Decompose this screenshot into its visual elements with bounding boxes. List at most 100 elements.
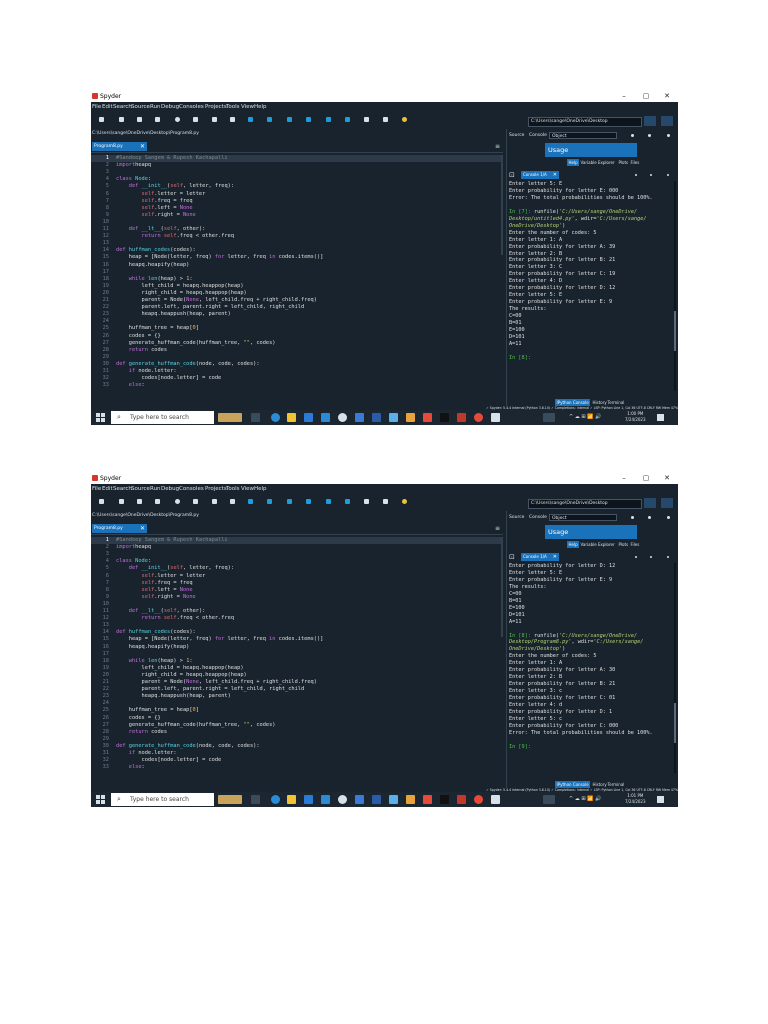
app-icon-3[interactable] [389,413,398,422]
options-icon[interactable] [648,134,651,137]
code-line[interactable]: 28 return codes [91,347,501,354]
code-line[interactable]: 23 heapq.heappush(heap, parent) [91,693,501,700]
stop-icon[interactable] [345,117,350,122]
edge-icon[interactable] [271,413,280,422]
code-line[interactable]: 28 return codes [91,729,501,736]
file-explorer-icon[interactable] [287,413,296,422]
code-line[interactable]: 3 [91,551,501,558]
run-selection-icon[interactable] [306,117,311,122]
pythonpath-manager-icon[interactable] [402,117,407,122]
menu-debug[interactable]: Debug [161,103,179,111]
menu-source[interactable]: Source [131,103,150,111]
menu-file[interactable]: File [92,103,101,111]
browse-directory-button[interactable] [644,498,656,508]
save-all-icon[interactable] [155,117,160,122]
menu-run[interactable]: Run [150,485,161,493]
open-file-icon[interactable] [119,117,124,122]
preferences-icon[interactable] [175,499,180,504]
close-console-icon[interactable]: ✕ [553,553,557,561]
code-line[interactable]: 7 self.freq = freq [91,580,501,587]
code-line[interactable]: 15 heap = [Node(letter, freq) for letter… [91,636,501,643]
python-path-icon[interactable] [364,499,369,504]
store-icon[interactable] [304,795,313,804]
mail-icon[interactable] [321,413,330,422]
code-line[interactable]: 22 parent.left, parent.right = left_chil… [91,304,501,311]
menu-projects[interactable]: Projects [205,103,227,111]
tab-variable-explorer[interactable]: Variable Explorer [579,541,616,548]
options-icon[interactable] [648,516,651,519]
code-line[interactable]: 27 generate_huffman_code(huffman_tree, "… [91,340,501,347]
code-line[interactable]: 12 return self.freq < other.freq [91,233,501,240]
options-menu-icon[interactable]: ≡ [495,142,500,151]
menu-source[interactable]: Source [131,485,150,493]
keyboard-icon[interactable] [543,795,555,804]
code-line[interactable]: 27 generate_huffman_code(huffman_tree, "… [91,722,501,729]
code-line[interactable]: 8 self.left = None [91,205,501,212]
maximize-button[interactable]: ▢ [640,473,652,484]
close-tab-icon[interactable]: ✕ [140,142,145,151]
app-icon-5[interactable] [423,413,432,422]
cell-icon[interactable] [230,499,235,504]
code-line[interactable]: 13 [91,240,501,247]
tab-terminal[interactable]: Terminal [606,781,626,788]
menu-debug[interactable]: Debug [161,485,179,493]
preferences-icon[interactable] [175,117,180,122]
wrench-icon[interactable] [383,499,388,504]
code-line[interactable]: 7 self.freq = freq [91,198,501,205]
chrome-icon[interactable] [474,795,483,804]
menu-search[interactable]: Search [113,103,132,111]
app-icon-1[interactable] [355,795,364,804]
menu-edit[interactable]: Edit [102,103,113,111]
settings-icon[interactable] [338,795,347,804]
editor-scrollbar[interactable] [501,155,503,255]
code-line[interactable]: 30 def generate_huffman_code(node, code, … [91,743,501,750]
taskbar-search-box[interactable]: ⌕ Type here to search [111,793,214,806]
code-line[interactable]: 20 right_child = heapq.heappop(heap) [91,672,501,679]
code-line[interactable]: 16 heapq.heapify(heap) [91,262,501,269]
code-line[interactable]: 21 parent = Node(None, left_child.freq +… [91,679,501,686]
close-pane-icon[interactable] [667,134,670,137]
code-line[interactable]: 10 [91,601,501,608]
debug-icon[interactable] [326,499,331,504]
wrench-icon[interactable] [383,117,388,122]
working-directory-field[interactable]: C:\Users\sange\OneDrive\Desktop [528,117,642,127]
lock-icon[interactable] [631,516,634,519]
code-line[interactable]: 30 def generate_huffman_code(node, code, … [91,361,501,368]
code-editor[interactable]: 1 #Sandeep Sangem & Rupesh Kachapalli 2 imp… [91,155,501,404]
chrome-icon[interactable] [474,413,483,422]
cell-icon[interactable] [230,117,235,122]
edge-icon[interactable] [271,795,280,804]
minimize-button[interactable]: – [618,473,630,484]
console-scrollbar[interactable] [674,181,676,391]
parent-directory-button[interactable] [661,116,673,126]
settings-icon[interactable] [338,413,347,422]
code-line[interactable]: 14 def huffman_codes(codes): [91,629,501,636]
run-cell-icon[interactable] [267,117,272,122]
code-line[interactable]: 2 importheapq [91,162,501,169]
code-line[interactable]: 19 left_child = heapq.heappop(heap) [91,283,501,290]
windows-start-icon[interactable] [96,413,105,422]
tab-console-1[interactable]: Console 1/A ✕ [521,553,559,561]
minimize-button[interactable]: – [618,91,630,102]
menu-edit[interactable]: Edit [102,485,113,493]
tab-ipython-console[interactable]: IPython Console [555,399,591,406]
menu-help[interactable]: Help [254,485,267,493]
object-input[interactable]: Object [549,514,617,521]
console-options-icon[interactable] [667,556,669,558]
lock-icon[interactable] [631,134,634,137]
run-cell-advance-icon[interactable] [287,499,292,504]
run-cell-icon[interactable] [267,499,272,504]
spyder-taskbar-icon[interactable] [457,413,466,422]
code-line[interactable]: 9 self.right = None [91,212,501,219]
code-line[interactable]: 1 #Sandeep Sangem & Rupesh Kachapalli [91,155,501,163]
python-path-icon[interactable] [364,117,369,122]
new-console-icon[interactable] [193,499,198,504]
app-icon-4[interactable] [406,413,415,422]
code-line[interactable]: 1 #Sandeep Sangem & Rupesh Kachapalli [91,537,501,545]
code-line[interactable]: 18 while len(heap) > 1: [91,658,501,665]
code-line[interactable]: 24 [91,700,501,707]
menu-projects[interactable]: Projects [205,485,227,493]
save-icon[interactable] [137,117,142,122]
terminal-icon[interactable] [440,413,449,422]
weather-widget-icon[interactable] [218,795,242,804]
